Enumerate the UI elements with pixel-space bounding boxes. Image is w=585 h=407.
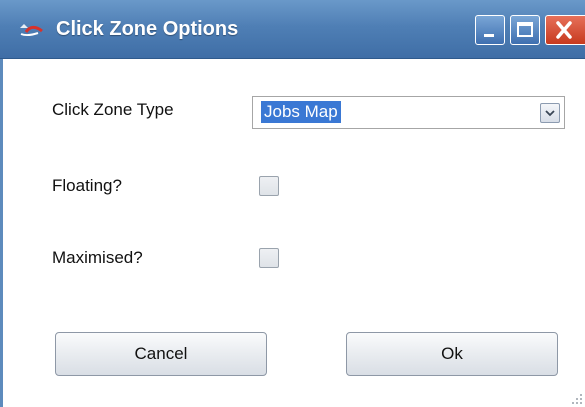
chevron-down-icon	[545, 110, 555, 117]
floating-label: Floating?	[52, 176, 122, 195]
click-zone-type-selected-value: Jobs Map	[261, 101, 341, 123]
resize-grip-icon[interactable]	[569, 391, 583, 405]
ok-button[interactable]: Ok	[346, 332, 558, 376]
dropdown-toggle-button[interactable]	[540, 103, 560, 123]
close-icon	[556, 21, 572, 39]
minimize-button[interactable]	[475, 15, 505, 45]
maximised-label: Maximised?	[52, 248, 143, 267]
click-zone-type-label: Click Zone Type	[52, 100, 174, 119]
close-button[interactable]	[545, 15, 585, 45]
maximised-checkbox[interactable]	[259, 248, 279, 268]
title-bar[interactable]: Click Zone Options	[0, 0, 585, 59]
maximize-button[interactable]	[510, 15, 540, 45]
window-title: Click Zone Options	[56, 18, 239, 40]
click-zone-app-icon	[20, 24, 43, 37]
floating-checkbox[interactable]	[259, 176, 279, 196]
cancel-button[interactable]: Cancel	[55, 332, 267, 376]
window-frame-left	[0, 59, 3, 407]
minimize-icon	[484, 34, 494, 37]
click-zone-options-dialog: Click Zone Options Click Zone Type Jobs …	[0, 0, 585, 407]
maximize-icon	[517, 22, 533, 37]
click-zone-type-dropdown[interactable]: Jobs Map	[252, 96, 565, 129]
